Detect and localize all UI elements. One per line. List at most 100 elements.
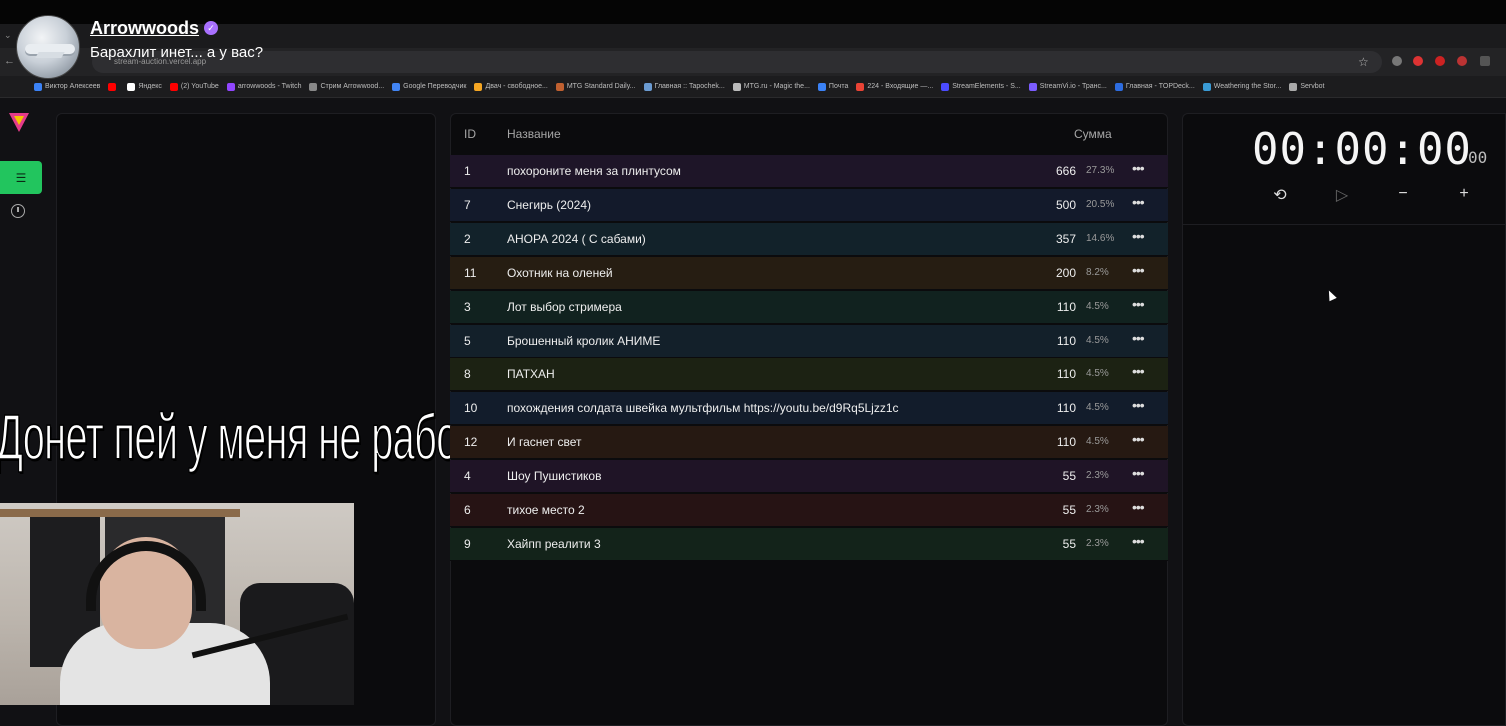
timer-minus-icon[interactable]: −: [1393, 185, 1413, 203]
table-row[interactable]: 8 ПАТХАН 110 4.5% •••: [450, 358, 1168, 392]
bookmark-favicon-icon: [1114, 82, 1123, 91]
bookmark-label: MTG.ru - Magic the...: [743, 83, 810, 90]
row-percent: 2.3%: [1086, 504, 1109, 515]
bookmark-item[interactable]: Яндекс: [127, 82, 162, 91]
bookmark-favicon-icon: [474, 82, 483, 91]
row-amount[interactable]: 357: [1056, 232, 1076, 246]
nav-history-icon[interactable]: [11, 204, 25, 218]
bookmark-item[interactable]: StreamElements - S...: [941, 82, 1021, 91]
table-row[interactable]: 3 Лот выбор стримера 110 4.5% •••: [450, 290, 1168, 324]
row-id: 10: [464, 401, 478, 416]
bookmark-item[interactable]: Почта: [817, 82, 848, 91]
row-amount[interactable]: 110: [1057, 435, 1076, 449]
bookmark-favicon-icon: [817, 82, 826, 91]
timer-plus-icon[interactable]: +: [1454, 185, 1474, 203]
bookmark-item[interactable]: (2) YouTube: [169, 82, 219, 91]
channel-name[interactable]: Arrowwoods: [90, 18, 199, 39]
bookmark-item[interactable]: Стрим Arrowwood...: [309, 82, 384, 91]
timer-display: 00:00:00: [1252, 124, 1472, 175]
timer-reset-icon[interactable]: ⟲: [1270, 185, 1290, 205]
more-options-icon[interactable]: •••: [1132, 533, 1145, 549]
more-options-icon[interactable]: •••: [1132, 296, 1145, 312]
table-row[interactable]: 12 И гаснет свет 110 4.5% •••: [450, 426, 1168, 460]
more-options-icon[interactable]: •••: [1132, 397, 1145, 413]
bookmark-label: (2) YouTube: [180, 83, 219, 90]
bookmark-item[interactable]: MTG Standard Daily...: [555, 82, 636, 91]
bookmark-favicon-icon: [392, 82, 401, 91]
extensions-puzzle-icon[interactable]: [1480, 56, 1490, 66]
bookmark-label: Servbot: [1300, 83, 1325, 90]
more-options-icon[interactable]: •••: [1132, 363, 1145, 379]
row-amount[interactable]: 500: [1056, 198, 1076, 212]
extension-icon[interactable]: [1392, 56, 1402, 66]
url-input[interactable]: [92, 51, 1382, 73]
bookmark-item[interactable]: Главная :: Tapochek...: [643, 82, 725, 91]
bookmark-favicon-icon: [941, 82, 950, 91]
row-name: И гаснет свет: [507, 435, 582, 450]
bookmark-label: Google Переводчик: [403, 83, 467, 90]
table-row[interactable]: 4 Шоу Пушистиков 55 2.3% •••: [450, 460, 1168, 494]
bookmarks-bar: Виктор Алексеев Яндекс (2) YouTube arrowwoo…: [0, 76, 1506, 98]
bookmark-favicon-icon: [127, 82, 136, 91]
row-amount[interactable]: 666: [1056, 164, 1076, 178]
extension-icon[interactable]: [1457, 56, 1467, 66]
webcam-feed: [0, 503, 354, 705]
back-icon[interactable]: ←: [4, 55, 15, 67]
row-name: Лот выбор стримера: [507, 299, 622, 314]
table-row[interactable]: 7 Снегирь (2024) 500 20.5% •••: [450, 188, 1168, 222]
bookmark-star-icon[interactable]: ☆: [1358, 55, 1369, 69]
more-options-icon[interactable]: •••: [1132, 160, 1145, 176]
screen: ⌄ ← stream-auction.vercel.app ☆ Виктор А…: [0, 0, 1506, 726]
table-row[interactable]: 2 АНОРА 2024 ( С сабами) 357 14.6% •••: [450, 222, 1168, 256]
table-header: ID Название Сумма: [450, 113, 1168, 155]
row-name: тихое место 2: [507, 503, 585, 517]
more-options-icon[interactable]: •••: [1132, 228, 1145, 244]
table-row[interactable]: 11 Охотник на оленей 200 8.2% •••: [450, 256, 1168, 290]
more-options-icon[interactable]: •••: [1132, 330, 1145, 346]
stream-title: Барахлит инет... а у вас?: [90, 44, 264, 61]
table-row[interactable]: 6 тихое место 2 55 2.3% •••: [450, 494, 1168, 527]
tab-search-icon[interactable]: ⌄: [4, 30, 12, 41]
timer-play-icon[interactable]: ▷: [1332, 185, 1352, 205]
bookmark-item[interactable]: StreamVi.io - Транс...: [1028, 82, 1107, 91]
row-id: 11: [464, 265, 477, 280]
more-options-icon[interactable]: •••: [1132, 262, 1145, 278]
row-name: Охотник на оленей: [507, 265, 613, 280]
bookmark-item[interactable]: Weathering the Stor...: [1202, 82, 1281, 91]
bookmark-item[interactable]: Servbot: [1289, 82, 1325, 91]
more-options-icon[interactable]: •••: [1132, 465, 1145, 481]
more-options-icon[interactable]: •••: [1132, 431, 1145, 447]
bookmark-item[interactable]: MTG.ru - Magic the...: [732, 82, 810, 91]
row-amount[interactable]: 110: [1057, 401, 1076, 415]
row-name: Шоу Пушистиков: [507, 469, 602, 484]
bookmark-item[interactable]: [108, 82, 119, 91]
table-row[interactable]: 1 похороните меня за плинтусом 666 27.3% •••: [450, 155, 1168, 188]
bookmark-item[interactable]: Главная - TOPDeck...: [1114, 82, 1195, 91]
more-options-icon[interactable]: •••: [1132, 499, 1145, 515]
extension-icon[interactable]: [1435, 56, 1445, 66]
row-amount[interactable]: 110: [1057, 334, 1076, 348]
bookmark-item[interactable]: 224 - Входящие —...: [856, 82, 934, 91]
bookmark-label: 224 - Входящие —...: [867, 83, 934, 90]
extension-icon[interactable]: [1413, 56, 1423, 66]
bookmark-item[interactable]: arrowwoods - Twitch: [226, 82, 301, 91]
bookmark-label: Главная - TOPDeck...: [1125, 83, 1195, 90]
table-row[interactable]: 10 похождения солдата швейка мультфильм h…: [450, 392, 1168, 426]
nav-list-icon[interactable]: ☰: [0, 161, 42, 194]
row-amount[interactable]: 55: [1063, 503, 1076, 517]
row-percent: 4.5%: [1086, 300, 1109, 312]
bookmark-item[interactable]: Google Переводчик: [392, 82, 467, 91]
table-row[interactable]: 9 Хайпп реалити 3 55 2.3% •••: [450, 527, 1168, 561]
bookmark-favicon-icon: [643, 82, 652, 91]
row-amount[interactable]: 200: [1056, 266, 1076, 280]
more-options-icon[interactable]: •••: [1132, 194, 1145, 210]
bookmark-item[interactable]: Двач - свободное...: [474, 82, 548, 91]
row-amount[interactable]: 55: [1063, 469, 1076, 483]
row-amount[interactable]: 110: [1057, 300, 1076, 314]
bookmark-favicon-icon: [226, 82, 235, 91]
table-row[interactable]: 5 Брошенный кролик АНИМЕ 110 4.5% •••: [450, 324, 1168, 358]
row-amount[interactable]: 55: [1063, 537, 1076, 551]
bookmark-item[interactable]: Виктор Алексеев: [34, 82, 100, 91]
row-amount[interactable]: 110: [1057, 367, 1076, 381]
row-name: АНОРА 2024 ( С сабами): [507, 231, 646, 246]
